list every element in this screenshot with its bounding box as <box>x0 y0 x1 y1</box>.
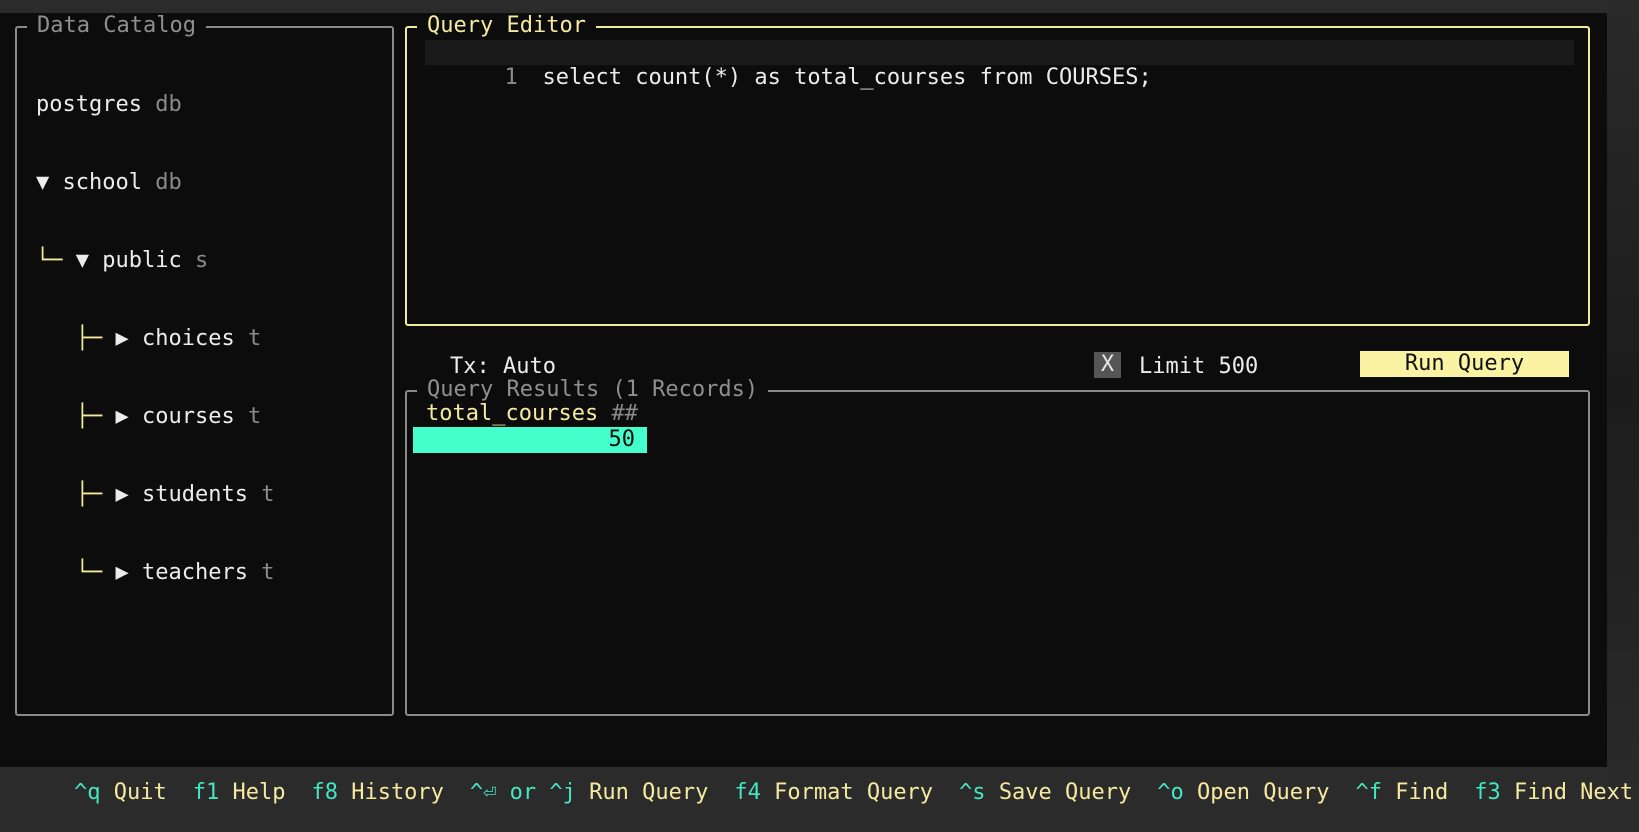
run-query-button[interactable]: Run Query <box>1360 351 1569 377</box>
footer-item-history[interactable]: f8 History <box>311 780 443 805</box>
tree-node-kind: t <box>261 482 275 507</box>
tree-node-school[interactable]: ▼ school db <box>36 170 274 196</box>
column-header[interactable]: total_courses ## <box>426 401 638 427</box>
editor-line[interactable]: 1 select count(*) as total_courses from C… <box>425 40 1574 90</box>
catalog-tree: postgres db ▼ school db └─ ▼ public s ├─… <box>36 40 274 638</box>
footer-item-find[interactable]: ^f Find <box>1355 780 1448 805</box>
data-catalog-title: Data Catalog <box>27 13 206 39</box>
footer-item-open-query[interactable]: ^o Open Query <box>1157 780 1329 805</box>
footer-item-help[interactable]: f1 Help <box>193 780 286 805</box>
tree-node-label: teachers <box>141 560 248 585</box>
tree-guide: └─ <box>36 248 76 273</box>
tree-node-kind: t <box>261 560 275 585</box>
tree-guide: └─ <box>36 560 116 585</box>
tree-node-students[interactable]: ├─ ▶ students t <box>36 482 275 508</box>
desktop-background <box>1607 0 1639 779</box>
tree-guide: ├─ <box>36 482 116 507</box>
expand-toggle-icon[interactable]: ▶ <box>115 482 142 507</box>
footer-item-format-query[interactable]: f4 Format Query <box>734 780 933 805</box>
column-type: ## <box>611 401 638 426</box>
line-number: 1 <box>504 65 518 90</box>
tree-node-label: courses <box>141 404 235 429</box>
expand-toggle-icon[interactable]: ▶ <box>115 560 142 585</box>
expand-toggle-icon[interactable]: ▼ <box>76 248 103 273</box>
query-results-panel: Query Results (1 Records) total_courses … <box>405 377 1590 716</box>
column-name: total_courses <box>426 401 599 426</box>
limit-label: Limit 500 <box>1139 354 1259 379</box>
tree-node-kind: s <box>194 248 209 273</box>
expand-toggle-icon[interactable]: ▼ <box>36 170 63 195</box>
result-cell[interactable]: 50 <box>413 427 647 453</box>
footer-item-save-query[interactable]: ^s Save Query <box>959 780 1131 805</box>
tree-guide: ├─ <box>36 404 116 429</box>
footer-item-find-next[interactable]: f3 Find Next <box>1474 780 1633 805</box>
tree-node-kind: t <box>247 404 262 429</box>
tree-node-teachers[interactable]: └─ ▶ teachers t <box>36 560 275 586</box>
tree-guide: ├─ <box>36 326 116 351</box>
tree-node-label: postgres <box>36 92 142 117</box>
tree-node-courses[interactable]: ├─ ▶ courses t <box>36 404 274 430</box>
data-catalog-panel: Data Catalog postgres db ▼ school db └─ … <box>15 13 394 716</box>
tree-node-kind: t <box>247 326 262 351</box>
expand-toggle-icon[interactable]: ▶ <box>115 404 142 429</box>
terminal-window: Data Catalog postgres db ▼ school db └─ … <box>0 13 1633 805</box>
tree-node-kind: db <box>155 170 182 195</box>
tree-node-label: choices <box>141 326 235 351</box>
tree-node-public[interactable]: └─ ▼ public s <box>36 248 274 274</box>
query-editor-panel[interactable]: Query Editor 1 select count(*) as total_c… <box>405 13 1590 326</box>
footer-item-run-query[interactable]: ^⏎ or ^j Run Query <box>470 780 708 805</box>
query-results-title: Query Results (1 Records) <box>417 377 769 403</box>
tree-node-label: public <box>102 248 182 273</box>
footer-item-quit[interactable]: ^q Quit <box>74 780 167 805</box>
query-editor-title: Query Editor <box>417 13 596 39</box>
tree-node-kind: db <box>155 92 182 117</box>
query-text[interactable]: select count(*) as total_courses from CO… <box>542 65 1151 90</box>
tree-node-choices[interactable]: ├─ ▶ choices t <box>36 326 274 352</box>
tree-node-label: students <box>141 482 248 507</box>
expand-toggle-icon[interactable]: ▶ <box>115 326 142 351</box>
tree-node-label: school <box>62 170 142 195</box>
keybinding-footer: ^q Quit f1 Help f8 History ^⏎ or ^j Run Que… <box>21 754 1639 832</box>
limit-checkbox[interactable]: X <box>1094 352 1121 378</box>
tree-node-postgres[interactable]: postgres db <box>36 92 274 118</box>
